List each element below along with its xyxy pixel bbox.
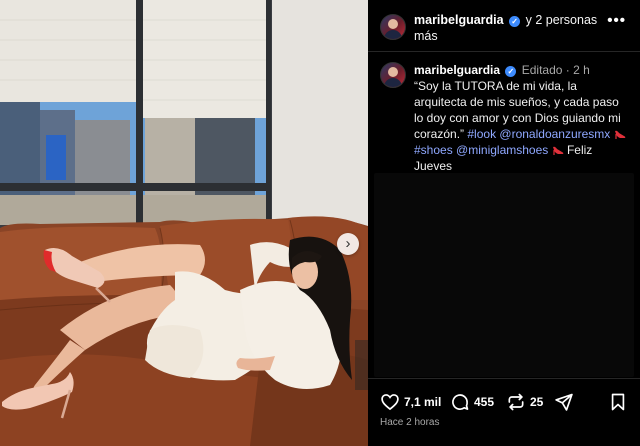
post-caption: maribelguardia ✓ Editado · 2 h “Soy la T… [414,62,630,190]
comment-button[interactable]: 455 [450,391,494,413]
action-bar: 7,1 mil 455 25 [368,378,640,422]
high-heel-icon [552,146,563,155]
like-button[interactable]: 7,1 mil [380,391,441,413]
mention-ronaldoanzuresmx[interactable]: @ronaldoanzuresmx [499,127,610,141]
post-header: maribelguardia ✓ y 2 personas más ••• [368,0,640,52]
comment-icon [452,394,469,411]
share-icon [555,393,573,411]
hashtag-shoes[interactable]: #shoes [414,143,453,157]
comments-area [374,173,634,377]
comments-count[interactable]: 455 [474,395,494,409]
likes-count[interactable]: 7,1 mil [404,395,441,409]
header-authors: maribelguardia ✓ y 2 personas más [414,12,604,44]
edited-label: Editado [521,63,563,77]
post-timestamp: Hace 2 horas [380,417,440,428]
next-photo-button[interactable]: › [337,233,359,255]
caption-username[interactable]: maribelguardia [414,63,500,77]
save-button[interactable] [608,391,628,413]
heart-icon [381,394,399,411]
more-icon[interactable]: ••• [607,12,626,29]
caption-time[interactable]: 2 h [573,63,590,77]
post-side-panel: maribelguardia ✓ y 2 personas más ••• ma… [368,0,640,446]
verified-icon: ✓ [509,16,521,27]
reposts-count[interactable]: 25 [530,395,543,409]
hashtag-look[interactable]: #look [467,127,496,141]
share-button[interactable] [554,391,574,413]
next-arrow-icon: › [345,235,351,252]
avatar[interactable] [380,14,406,40]
repost-icon [508,393,524,411]
mention-miniglamshoes[interactable]: @miniglamshoes [456,143,548,157]
verified-icon: ✓ [505,66,517,77]
caption-avatar[interactable] [380,62,406,88]
photo-image [0,0,368,446]
high-heel-icon [614,130,625,139]
bookmark-icon [611,393,625,411]
post-photo[interactable]: › [0,0,368,446]
header-username[interactable]: maribelguardia [414,13,504,27]
repost-button[interactable]: 25 [506,391,543,413]
